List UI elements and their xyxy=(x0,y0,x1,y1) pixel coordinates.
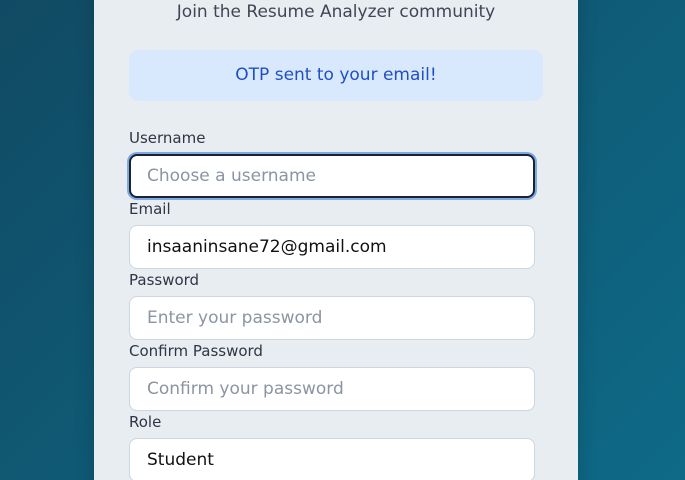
role-label: Role xyxy=(129,413,162,431)
otp-sent-alert: OTP sent to your email! xyxy=(129,50,543,101)
role-select[interactable]: Student xyxy=(129,438,535,480)
signup-card: Join the Resume Analyzer community OTP s… xyxy=(94,0,578,480)
confirm-password-input[interactable] xyxy=(129,367,535,411)
signup-subtitle: Join the Resume Analyzer community xyxy=(176,2,496,22)
confirm-password-label: Confirm Password xyxy=(129,342,263,360)
username-label: Username xyxy=(129,129,206,147)
username-input[interactable] xyxy=(129,154,535,198)
email-input[interactable] xyxy=(129,225,535,269)
password-label: Password xyxy=(129,271,200,289)
email-label: Email xyxy=(129,200,171,218)
password-input[interactable] xyxy=(129,296,535,340)
